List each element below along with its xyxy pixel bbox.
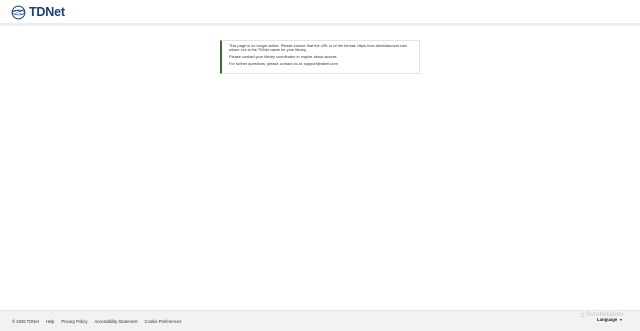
copyright-text: © 2026 TDNet [12, 319, 39, 324]
footer-links: © 2026 TDNet Help Privacy Policy Accessi… [12, 319, 188, 324]
watermark-logo-icon [580, 312, 585, 318]
language-label: Language [597, 317, 618, 322]
chevron-down-icon: ▼ [619, 317, 623, 322]
brand-name: TDNet [29, 5, 65, 19]
help-link[interactable]: Help [46, 319, 55, 324]
accessibility-statement-link[interactable]: Accessibility Statement [94, 319, 137, 324]
privacy-policy-link[interactable]: Privacy Policy [61, 319, 87, 324]
notice-message: This page is no longer active. Please en… [229, 43, 408, 53]
notice-contact-coordinator: Please contact your library coordinator … [229, 54, 338, 60]
header: TDNet [0, 0, 640, 24]
globe-logo-icon [11, 5, 26, 19]
language-selector[interactable]: Language ▼ [597, 317, 623, 322]
cookie-preferences-link[interactable]: Cookie Preferences [145, 319, 182, 324]
inactive-page-notice: This page is no longer active. Please en… [220, 40, 420, 74]
tdnet-logo[interactable]: TDNet [11, 4, 65, 20]
notice-support-contact: For further questions, please contact us… [229, 61, 338, 67]
footer: © 2026 TDNet Help Privacy Policy Accessi… [0, 310, 640, 331]
